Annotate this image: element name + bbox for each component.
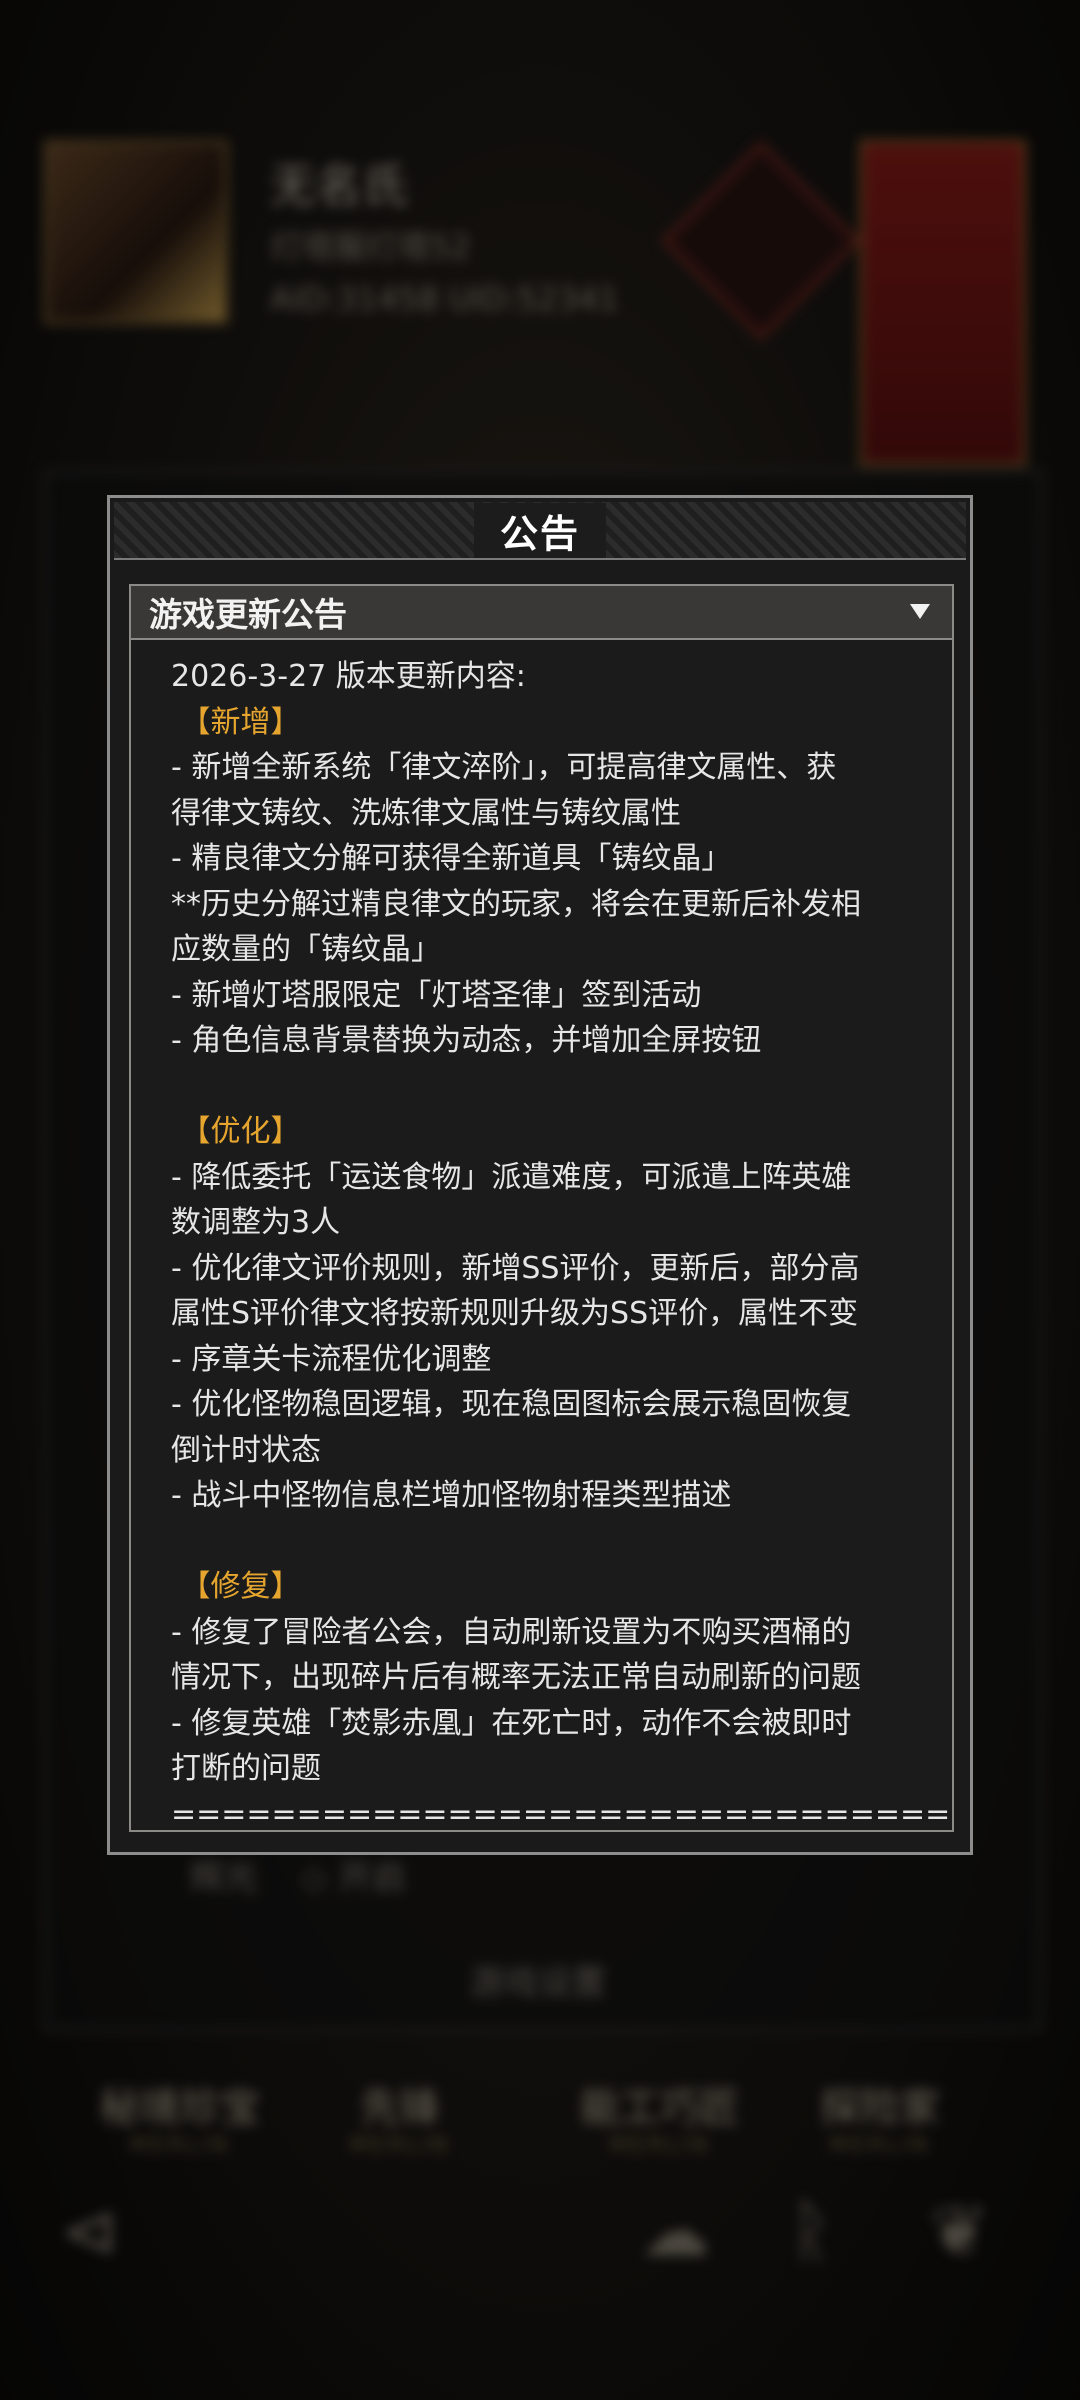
- notice-line: - 修复英雄「焚影赤凰」在死亡时，动作不会被即时: [171, 1705, 852, 1741]
- notice-type-select[interactable]: 游戏更新公告: [129, 584, 954, 640]
- section-heading: 【修复】: [171, 1569, 301, 1604]
- notice-line: 2026-3-27 版本更新内容:: [171, 659, 526, 694]
- notice-line: - 角色信息背景替换为动态，并增加全屏按钮: [171, 1023, 762, 1058]
- notice-modal: 公告 游戏更新公告 2026-3-27 版本更新内容: 【新增】 - 新增全新系统…: [107, 495, 973, 1855]
- notice-line: - 战斗中怪物信息栏增加怪物射程类型描述: [171, 1478, 732, 1513]
- notice-content: 2026-3-27 版本更新内容: 【新增】 - 新增全新系统「律文淬阶」，可提高…: [131, 640, 952, 1832]
- notice-line: 属性S评价律文将按新规则升级为SS评价，属性不变: [171, 1296, 859, 1331]
- notice-line: 倒计时状态: [171, 1432, 321, 1468]
- notice-content-scroll[interactable]: 2026-3-27 版本更新内容: 【新增】 - 新增全新系统「律文淬阶」，可提高…: [129, 640, 954, 1832]
- notice-type-select-value: 游戏更新公告: [149, 595, 347, 634]
- notice-line: 情况下，出现碎片后有概率无法正常自动刷新的问题: [171, 1660, 861, 1695]
- notice-line: - 精良律文分解可获得全新道具「铸纹晶」: [171, 841, 732, 876]
- modal-header: 公告: [114, 502, 966, 560]
- chevron-down-icon: [910, 604, 930, 619]
- section-heading: 【新增】: [171, 704, 301, 740]
- notice-line: - 优化律文评价规则，新增SS评价，更新后，部分高: [171, 1250, 860, 1286]
- notice-line: 打断的问题: [171, 1751, 321, 1786]
- notice-line: - 降低委托「运送食物」派遣难度，可派遣上阵英雄: [171, 1159, 852, 1195]
- notice-line: - 优化怪物稳固逻辑，现在稳固图标会展示稳固恢复: [171, 1387, 852, 1422]
- notice-line: - 新增全新系统「律文淬阶」，可提高律文属性、获: [171, 750, 837, 785]
- notice-line: ====================================: [171, 1796, 952, 1832]
- modal-title: 公告: [473, 502, 606, 558]
- section-heading: 【优化】: [171, 1114, 301, 1149]
- notice-line: 应数量的「铸纹晶」: [171, 932, 441, 967]
- notice-line: 数调整为3人: [171, 1205, 341, 1240]
- notice-line: - 修复了冒险者公会，自动刷新设置为不购买酒桶的: [171, 1614, 852, 1650]
- notice-line: 得律文铸纹、洗炼律文属性与铸纹属性: [171, 795, 681, 831]
- notice-line: - 新增灯塔服限定「灯塔圣律」签到活动: [171, 977, 702, 1013]
- notice-line: **历史分解过精良律文的玩家，将会在更新后补发相: [171, 886, 861, 922]
- notice-line: - 序章关卡流程优化调整: [171, 1341, 492, 1377]
